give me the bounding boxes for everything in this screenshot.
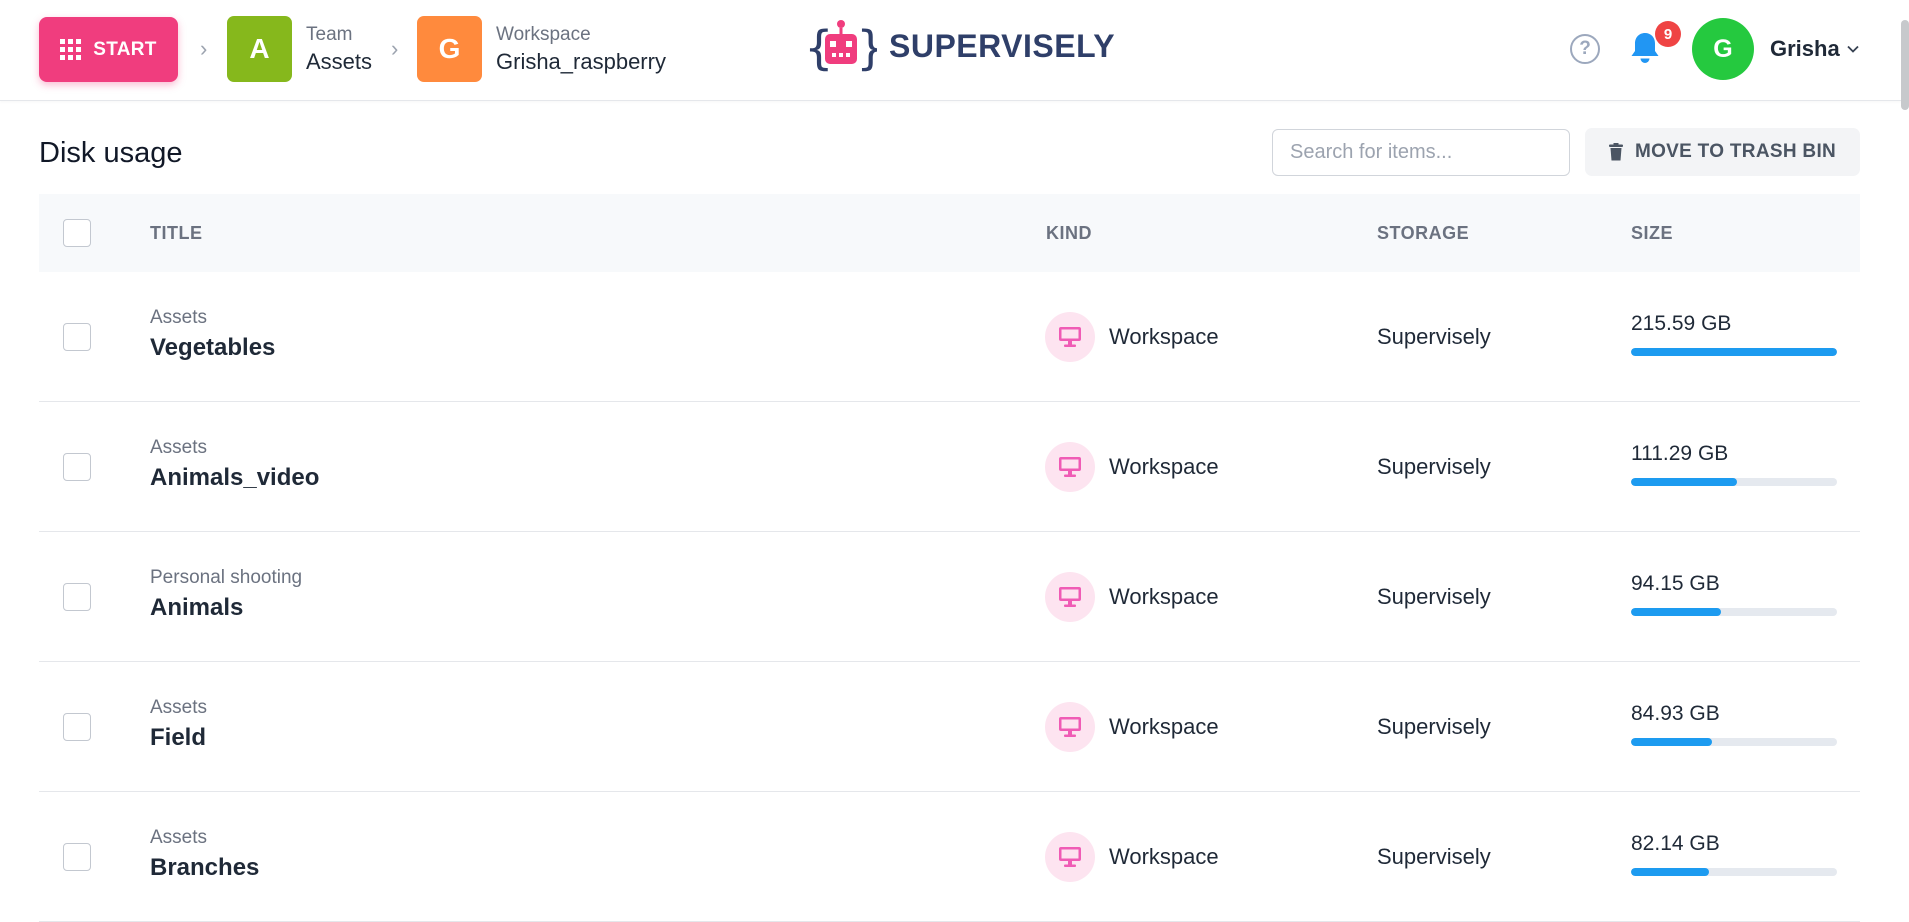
top-bar: START › A Team Assets › G Workspace Gris… bbox=[0, 0, 1909, 101]
logo-text: SUPERVISELY bbox=[889, 27, 1116, 64]
chevron-down-icon[interactable] bbox=[1846, 42, 1860, 56]
size-progress-bar bbox=[1631, 868, 1837, 876]
table-row[interactable]: Assets Vegetables Workspace Supervisely … bbox=[39, 272, 1860, 402]
column-header-title[interactable]: TITLE bbox=[150, 223, 203, 244]
question-circle-icon[interactable]: ? bbox=[1570, 34, 1600, 64]
search-input[interactable] bbox=[1288, 140, 1557, 165]
breadcrumb-team[interactable]: Team Assets bbox=[306, 23, 372, 77]
monitor-icon bbox=[1045, 312, 1095, 362]
row-size: 215.59 GB bbox=[1631, 312, 1732, 335]
workspace-avatar[interactable]: G bbox=[417, 16, 482, 82]
size-progress-fill bbox=[1631, 868, 1710, 876]
row-checkbox[interactable] bbox=[63, 323, 91, 351]
row-title[interactable]: Animals bbox=[150, 594, 243, 622]
start-button[interactable]: START bbox=[39, 17, 178, 82]
team-avatar[interactable]: A bbox=[227, 16, 292, 82]
row-kind: Workspace bbox=[1109, 584, 1219, 609]
breadcrumb-workspace[interactable]: Workspace Grisha_raspberry bbox=[496, 23, 666, 77]
select-all-checkbox[interactable] bbox=[63, 219, 91, 247]
size-progress-fill bbox=[1631, 478, 1738, 486]
chevron-right-icon: › bbox=[200, 36, 208, 61]
scrollbar-thumb[interactable] bbox=[1901, 20, 1909, 110]
move-to-trash-label: MOVE TO TRASH BIN bbox=[1634, 141, 1837, 162]
table-row[interactable]: Assets Branches Workspace Supervisely 82… bbox=[39, 792, 1860, 922]
row-storage: Supervisely bbox=[1377, 454, 1491, 479]
row-checkbox[interactable] bbox=[63, 583, 91, 611]
row-storage: Supervisely bbox=[1377, 324, 1491, 349]
trash-icon bbox=[1608, 143, 1623, 161]
row-title[interactable]: Branches bbox=[150, 854, 259, 882]
notification-badge: 9 bbox=[1655, 21, 1681, 47]
table-header: TITLE KIND STORAGE SIZE bbox=[39, 194, 1860, 272]
row-kind: Workspace bbox=[1109, 844, 1219, 869]
size-progress-bar bbox=[1631, 478, 1837, 486]
breadcrumb-team-name: Assets bbox=[306, 49, 373, 74]
column-header-kind[interactable]: KIND bbox=[1046, 223, 1092, 244]
row-parent-label: Personal shooting bbox=[150, 567, 303, 588]
size-progress-bar bbox=[1631, 608, 1837, 616]
row-size: 82.14 GB bbox=[1631, 832, 1720, 855]
monitor-icon bbox=[1045, 442, 1095, 492]
size-progress-fill bbox=[1631, 738, 1713, 746]
user-name[interactable]: Grisha bbox=[1770, 36, 1840, 62]
breadcrumb-team-caption: Team bbox=[306, 24, 353, 45]
size-progress-bar bbox=[1631, 348, 1837, 356]
monitor-icon bbox=[1045, 702, 1095, 752]
page-title: Disk usage bbox=[39, 137, 183, 169]
user-avatar[interactable]: G bbox=[1692, 18, 1754, 80]
svg-text:}: } bbox=[857, 21, 877, 75]
monitor-icon bbox=[1045, 572, 1095, 622]
apps-grid-icon bbox=[60, 39, 82, 60]
breadcrumb-workspace-caption: Workspace bbox=[496, 24, 591, 45]
table-row[interactable]: Personal shooting Animals Workspace Supe… bbox=[39, 532, 1860, 662]
table-row[interactable]: Assets Animals_video Workspace Supervise… bbox=[39, 402, 1860, 532]
row-title[interactable]: Animals_video bbox=[150, 464, 319, 492]
column-header-size[interactable]: SIZE bbox=[1631, 223, 1673, 244]
robot-logo-icon: { } bbox=[805, 20, 877, 75]
monitor-icon bbox=[1045, 832, 1095, 882]
row-parent-label: Assets bbox=[150, 827, 208, 848]
size-progress-bar bbox=[1631, 738, 1837, 746]
row-title[interactable]: Field bbox=[150, 724, 206, 752]
table-body: Assets Vegetables Workspace Supervisely … bbox=[39, 272, 1860, 922]
row-parent-label: Assets bbox=[150, 697, 208, 718]
row-storage: Supervisely bbox=[1377, 844, 1491, 869]
row-storage: Supervisely bbox=[1377, 584, 1491, 609]
move-to-trash-button[interactable]: MOVE TO TRASH BIN bbox=[1585, 128, 1860, 176]
row-storage: Supervisely bbox=[1377, 714, 1491, 739]
row-parent-label: Assets bbox=[150, 307, 208, 328]
row-kind: Workspace bbox=[1109, 454, 1219, 479]
supervisely-logo[interactable]: { } SUPERVISELY bbox=[805, 14, 1115, 78]
row-size: 111.29 GB bbox=[1631, 442, 1729, 465]
row-title[interactable]: Vegetables bbox=[150, 334, 275, 362]
column-header-storage[interactable]: STORAGE bbox=[1377, 223, 1469, 244]
disk-usage-table: TITLE KIND STORAGE SIZE Assets Vegetable… bbox=[39, 194, 1860, 922]
row-kind: Workspace bbox=[1109, 714, 1219, 739]
search-field[interactable] bbox=[1272, 129, 1570, 176]
row-parent-label: Assets bbox=[150, 437, 208, 458]
size-progress-fill bbox=[1631, 348, 1837, 356]
breadcrumb-workspace-name: Grisha_raspberry bbox=[496, 49, 666, 74]
size-progress-fill bbox=[1631, 608, 1722, 616]
row-size: 84.93 GB bbox=[1631, 702, 1720, 725]
row-kind: Workspace bbox=[1109, 324, 1219, 349]
row-checkbox[interactable] bbox=[63, 713, 91, 741]
start-button-label: START bbox=[93, 38, 157, 60]
row-size: 94.15 GB bbox=[1631, 572, 1720, 595]
row-checkbox[interactable] bbox=[63, 843, 91, 871]
table-row[interactable]: Assets Field Workspace Supervisely 84.93… bbox=[39, 662, 1860, 792]
row-checkbox[interactable] bbox=[63, 453, 91, 481]
chevron-right-icon: › bbox=[391, 36, 399, 61]
